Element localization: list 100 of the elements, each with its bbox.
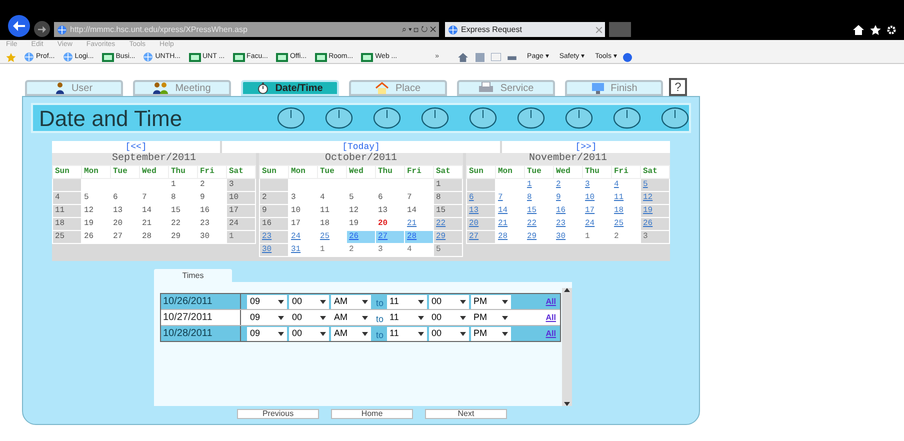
day-cell[interactable]: 13 — [466, 204, 496, 218]
weekday-header: Thu — [582, 166, 612, 178]
weekday-header: Tue — [524, 166, 554, 178]
clock-icon — [565, 107, 593, 129]
nav-button[interactable]: Next — [425, 409, 507, 419]
scroll-down-icon[interactable] — [564, 402, 570, 406]
time-select[interactable]: 00 — [289, 326, 329, 340]
forward-arrow-icon — [38, 26, 46, 32]
day-cell[interactable]: 20 — [466, 218, 496, 230]
weekday-header: Tue — [110, 166, 140, 178]
browser-tab[interactable]: Express Request — [445, 22, 605, 37]
address-bar[interactable]: http://mmmc.hsc.unt.edu/xpress/XPressWhen.asp ⌕ ▾ ⊡ ↻ ✕ — [54, 22, 439, 37]
caret-icon — [320, 300, 326, 304]
weekday-header: Sun — [260, 166, 288, 178]
previous-months-link[interactable]: [<<] — [52, 141, 220, 153]
site-icon — [314, 52, 327, 62]
to-label: to — [376, 328, 384, 342]
month-title: November/2011 — [466, 153, 670, 165]
day-cell: 18 — [52, 218, 82, 230]
day-cell: 16 — [260, 218, 288, 230]
caret-icon — [320, 316, 326, 320]
back-button[interactable] — [8, 15, 30, 37]
day-cell: 25 — [52, 230, 82, 244]
tab-title: Express Request — [461, 24, 523, 36]
to-label: to — [376, 296, 384, 310]
weekday-header: Wed — [554, 166, 582, 178]
date-label: 10/26/2011 — [161, 294, 241, 309]
site-icon — [102, 52, 114, 62]
settings-icon[interactable] — [887, 25, 896, 35]
caret-icon — [278, 300, 284, 304]
all-link[interactable]: All — [546, 312, 560, 324]
day-cell: 4 — [52, 192, 82, 204]
house-icon — [375, 82, 390, 94]
day-cell[interactable]: 23 — [260, 230, 288, 244]
clock-icon — [325, 107, 353, 129]
nav-button[interactable]: Home — [331, 409, 413, 419]
weekday-header: Mon — [288, 166, 318, 178]
weekday-header: Fri — [612, 166, 640, 178]
nav-tab[interactable]: User — [25, 80, 123, 96]
day-cell: 9 — [260, 204, 288, 218]
site-icon — [361, 52, 374, 62]
day-cell: 2 — [260, 192, 288, 204]
weekday-header: Sat — [226, 166, 256, 178]
nav-tab[interactable]: Finish — [565, 80, 663, 96]
nav-tab[interactable]: Meeting — [133, 80, 231, 96]
all-link[interactable]: All — [546, 328, 560, 340]
nav-tab[interactable]: Date/Time — [241, 80, 339, 96]
star-icon[interactable] — [6, 52, 16, 62]
address-controls[interactable]: ⌕ ▾ ⊡ ↻ ✕ — [402, 24, 436, 36]
time-select[interactable]: AM — [331, 294, 371, 308]
time-select[interactable]: 00 — [289, 294, 329, 308]
time-select[interactable]: 11 — [386, 326, 427, 340]
day-cell[interactable]: 27 — [466, 230, 496, 244]
time-select[interactable]: 09 — [247, 326, 287, 340]
caret-icon — [502, 316, 508, 320]
caret-icon — [362, 300, 368, 304]
weekday-header: Mon — [82, 166, 110, 178]
time-select[interactable]: PM — [470, 326, 511, 340]
time-select[interactable]: 09 — [247, 294, 287, 308]
time-select[interactable]: PM — [470, 294, 511, 308]
nav-button[interactable]: Previous — [237, 409, 319, 419]
caret-icon — [278, 332, 284, 336]
forward-button[interactable] — [34, 21, 50, 37]
weekday-header: Wed — [346, 166, 376, 178]
clock-icon — [613, 107, 641, 129]
nav-tab[interactable]: Place — [349, 80, 447, 96]
times-tab[interactable]: Times — [154, 269, 232, 282]
time-select[interactable]: 00 — [428, 326, 469, 340]
caret-icon — [460, 316, 466, 320]
time-select[interactable]: 00 — [428, 294, 469, 308]
day-cell[interactable]: 6 — [466, 192, 496, 204]
page-icon — [57, 24, 67, 34]
caret-icon — [362, 316, 368, 320]
address-text: http://mmmc.hsc.unt.edu/xpress/XPressWhen.asp — [70, 24, 248, 36]
caret-icon — [460, 300, 466, 304]
scroll-up-icon[interactable] — [564, 288, 570, 292]
weekday-header: Sat — [640, 166, 670, 178]
all-link[interactable]: All — [546, 296, 560, 308]
next-months-link[interactable]: [>>] — [502, 141, 670, 153]
today-link[interactable]: [Today] — [222, 141, 500, 153]
month-title: September/2011 — [52, 153, 256, 165]
caret-icon — [320, 332, 326, 336]
day-cell[interactable]: 30 — [260, 244, 288, 256]
people-icon — [153, 82, 170, 94]
help-button[interactable]: ? — [669, 78, 687, 96]
monitor-icon — [590, 82, 605, 94]
time-select[interactable]: 11 — [386, 294, 427, 308]
star-icon[interactable] — [870, 25, 881, 35]
month-title: October/2011 — [259, 153, 463, 165]
weekday-header: Thu — [376, 166, 404, 178]
caret-icon — [362, 332, 368, 336]
time-select[interactable]: AM — [331, 326, 371, 340]
nav-tab[interactable]: Service — [457, 80, 555, 96]
clock-icon — [661, 107, 689, 129]
scrollbar[interactable] — [562, 288, 572, 406]
date-label: 10/27/2011 — [161, 310, 241, 325]
page-heading: Date and Time — [39, 104, 184, 132]
home-icon[interactable] — [853, 25, 864, 35]
weekday-header: Sat — [434, 166, 462, 178]
site-icon — [232, 52, 245, 62]
